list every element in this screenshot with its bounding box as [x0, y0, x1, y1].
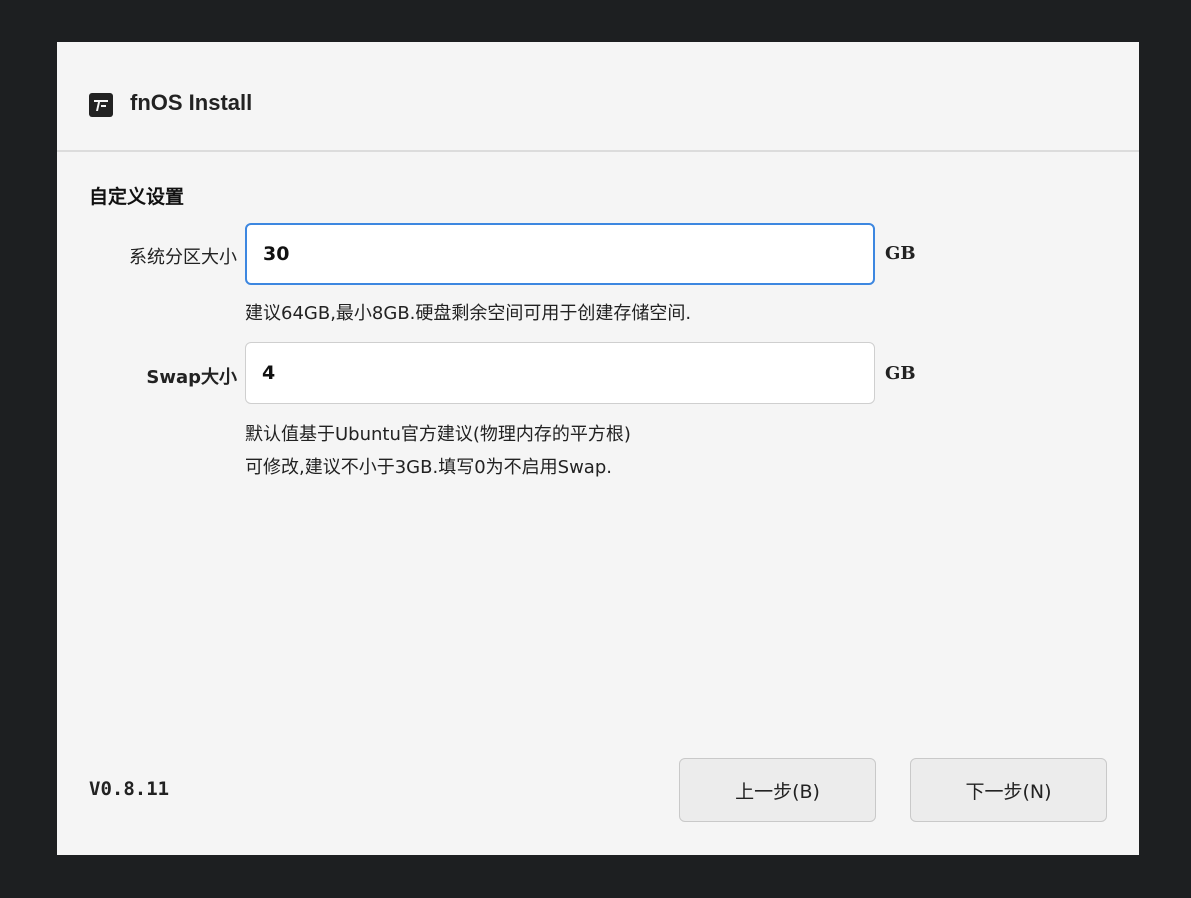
window-title: fnOS Install — [130, 90, 253, 115]
fnos-logo-icon — [89, 93, 113, 117]
swap-size-unit: GB — [885, 363, 916, 384]
system-partition-unit: GB — [885, 243, 916, 264]
swap-hint-line-1: 默认值基于Ubuntu官方建议(物理内存的平方根) — [245, 424, 631, 445]
swap-hint-line-2: 可修改,建议不小于3GB.填写0为不启用Swap. — [245, 457, 612, 478]
system-partition-input[interactable] — [245, 223, 875, 285]
system-partition-hint: 建议64GB,最小8GB.硬盘剩余空间可用于创建存储空间. — [245, 303, 692, 324]
back-button[interactable]: 上一步(B) — [679, 758, 876, 822]
next-button[interactable]: 下一步(N) — [910, 758, 1107, 822]
back-button-label: 上一步(B) — [735, 780, 820, 803]
system-partition-label: 系统分区大小 — [129, 247, 237, 268]
section-title: 自定义设置 — [89, 186, 185, 208]
installer-window: fnOS Install 自定义设置 系统分区大小 GB 建议64GB,最小8G… — [57, 42, 1139, 855]
next-button-label: 下一步(N) — [965, 780, 1052, 803]
version-label: V0.8.11 — [89, 778, 170, 800]
swap-size-label-text: Swap大小 — [146, 367, 237, 388]
swap-size-label: Swap大小 — [57, 363, 237, 389]
title-bar: fnOS Install — [57, 42, 1139, 152]
swap-size-input[interactable] — [245, 342, 875, 404]
